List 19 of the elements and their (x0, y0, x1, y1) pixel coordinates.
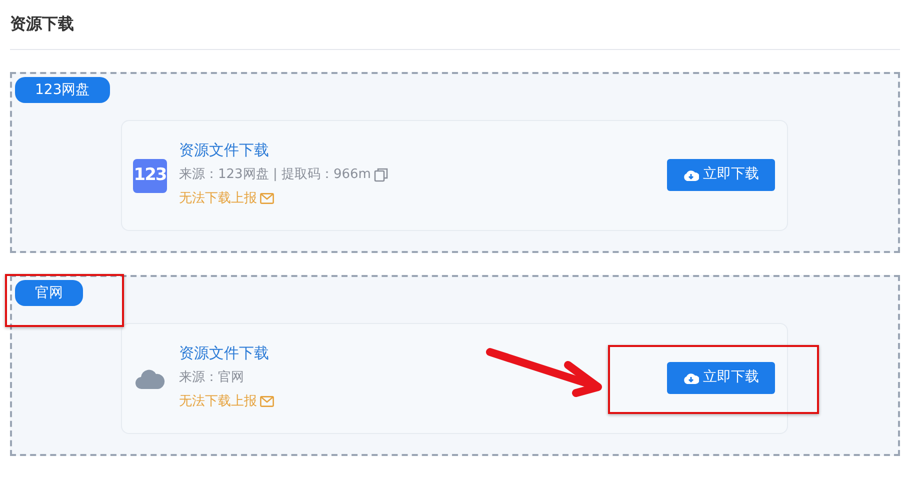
copy-icon[interactable] (374, 168, 388, 182)
cloud-download-icon (683, 372, 699, 384)
logo-icon: 123 (133, 158, 167, 192)
report-link[interactable]: 无法下载上报 (179, 390, 274, 412)
mail-icon (260, 193, 274, 204)
page-title: 资源下载 (10, 13, 74, 35)
cloud-download-icon (683, 168, 699, 180)
resource-title[interactable]: 资源文件下载 (179, 138, 388, 162)
download-button[interactable]: 立即下载 (667, 158, 775, 190)
resource-title[interactable]: 资源文件下载 (179, 340, 274, 364)
source-text: 来源：123网盘 | 提取码：966m (179, 166, 371, 184)
cloud-icon (135, 368, 165, 390)
report-link[interactable]: 无法下载上报 (179, 188, 388, 210)
source-tag: 123网盘 (15, 77, 110, 103)
source-text: 来源：官网 (179, 368, 244, 386)
download-button[interactable]: 立即下载 (667, 362, 775, 394)
source-tag: 官网 (15, 280, 83, 306)
mail-icon (260, 396, 274, 407)
arrow-icon (486, 347, 604, 397)
